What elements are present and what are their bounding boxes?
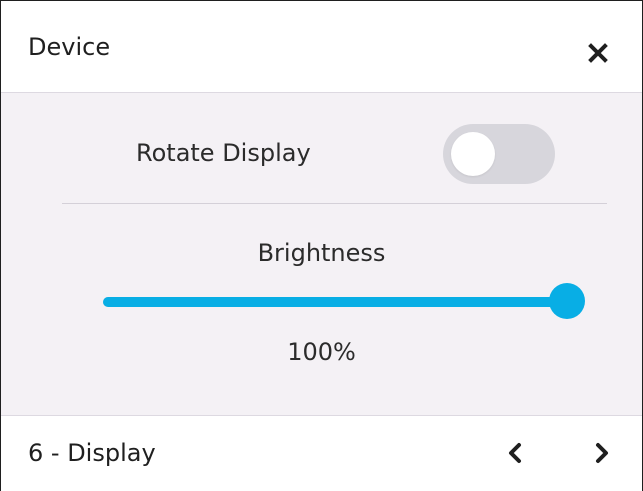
section-divider	[62, 203, 607, 204]
chevron-right-icon	[585, 436, 619, 470]
footer-title: 6 - Display	[28, 439, 156, 467]
close-icon	[581, 36, 615, 70]
content-area: Rotate Display Brightness 100%	[1, 93, 642, 415]
brightness-slider-thumb[interactable]	[549, 283, 585, 319]
close-button[interactable]	[581, 36, 615, 70]
header: Device	[1, 1, 642, 93]
brightness-slider-fill	[103, 297, 567, 307]
rotate-display-label: Rotate Display	[136, 139, 311, 167]
chevron-left-icon	[498, 436, 532, 470]
footer: 6 - Display	[1, 415, 642, 491]
brightness-label: Brightness	[257, 239, 386, 267]
rotate-display-toggle[interactable]	[443, 124, 555, 184]
next-button[interactable]	[585, 436, 619, 470]
brightness-value: 100%	[287, 338, 356, 366]
header-title: Device	[28, 33, 111, 61]
brightness-slider-track[interactable]	[103, 297, 567, 307]
toggle-knob	[451, 132, 495, 176]
device-panel: Device Rotate Display Brightness 100% 6 …	[0, 0, 643, 491]
previous-button[interactable]	[498, 436, 532, 470]
